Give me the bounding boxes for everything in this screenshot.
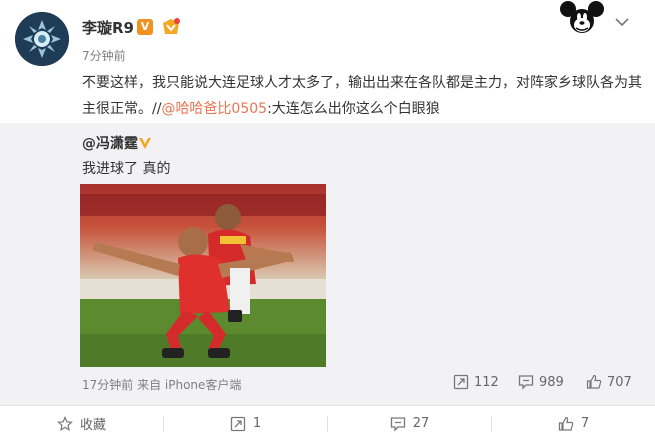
post-time[interactable]: 7分钟前 — [82, 47, 126, 64]
gold-v-icon — [138, 135, 152, 149]
author-name[interactable]: 李璇R9 — [82, 17, 134, 38]
like-icon — [558, 416, 574, 431]
repost-meta: 17分钟前 来自 iPhone客户端 — [82, 378, 242, 392]
verified-badge-icon: V — [137, 19, 153, 35]
comment-icon — [390, 416, 405, 432]
photo-footballers-celebrating[interactable] — [80, 184, 326, 367]
repost-author-name[interactable]: @冯潇霆 — [82, 133, 138, 153]
star-icon — [57, 415, 73, 431]
mickey-icon — [558, 0, 606, 36]
mention-link[interactable]: @哈哈爸比0505 — [161, 101, 267, 117]
member-icon[interactable] — [160, 17, 182, 37]
repost-count: 112 — [474, 374, 499, 390]
repost-action-count: 1 — [252, 416, 262, 431]
chevron-down-icon[interactable] — [615, 12, 629, 27]
action-bar: 收藏 1 27 7 — [0, 405, 655, 440]
avatar[interactable] — [15, 12, 69, 66]
repost-block: @冯潇霆 我进球了 真的 17分钟前 来自 iPhone客户端 112 989 … — [0, 123, 655, 405]
like-button[interactable]: 7 — [492, 406, 655, 440]
comment-icon — [518, 375, 534, 390]
repost-stat-likes[interactable]: 707 — [586, 374, 632, 390]
repost-stat-comments[interactable]: 989 — [518, 374, 564, 390]
weibo-post: 李璇R9 V 7分钟前 不要这样，我只能说大连足球人才太多了，输出出来在各队都是… — [0, 0, 655, 440]
post-text-tail: :大连怎么出你这么个白眼狼 — [267, 101, 440, 117]
repost-stat-reposts[interactable]: 112 — [453, 374, 499, 390]
repost-icon — [453, 374, 469, 390]
repost-text: 我进球了 真的 — [82, 161, 171, 177]
post-content: 不要这样，我只能说大连足球人才太多了，输出出来在各队都是主力，对阵家乡球队各为其… — [82, 70, 642, 122]
repost-button[interactable]: 1 — [164, 406, 327, 440]
repost-icon — [230, 416, 246, 431]
comment-count: 989 — [539, 374, 564, 390]
favorite-label: 收藏 — [79, 418, 106, 433]
like-count: 707 — [607, 374, 632, 390]
comment-button[interactable]: 27 — [328, 406, 491, 440]
comment-action-count: 27 — [412, 416, 430, 431]
like-action-count: 7 — [580, 416, 590, 431]
like-icon — [586, 374, 602, 389]
favorite-button[interactable]: 收藏 — [0, 406, 163, 440]
